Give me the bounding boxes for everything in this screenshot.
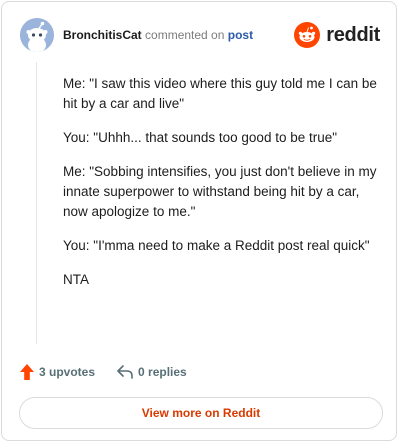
author-link[interactable]: BronchitisCat [63,28,142,42]
reddit-wordmark: reddit [326,23,380,46]
byline-action-text: commented on [145,28,225,42]
reddit-logo[interactable]: reddit [294,21,380,49]
thread-line [36,62,37,344]
comment-actions: 3 upvotes 0 replies [20,362,187,382]
snoo-avatar-icon[interactable] [20,18,54,52]
comment-byline: BronchitisCat commented on post [63,28,253,42]
comment-body: Me: "I saw this video where this guy tol… [63,74,381,304]
upvote-count: 3 upvotes [39,365,96,379]
reddit-logo-icon [294,22,321,48]
comment-paragraph: NTA [63,272,89,287]
upvote-button[interactable]: 3 upvotes [20,364,95,380]
comment-paragraph: Me: "I saw this video where this guy tol… [63,76,377,111]
comment-paragraph: You: "Uhhh... that sounds too good to be… [63,130,338,145]
upvote-arrow-icon [20,364,34,380]
reply-icon [117,365,133,379]
comment-header: BronchitisCat commented on post reddit [20,18,380,52]
view-more-button[interactable]: View more on Reddit [19,397,383,429]
reply-count: 0 replies [138,365,187,379]
post-link[interactable]: post [228,28,253,42]
comment-embed-card: BronchitisCat commented on post reddit M… [1,1,397,441]
comment-paragraph: You: "I'mma need to make a Reddit post r… [63,238,370,253]
comment-paragraph: Me: "Sobbing intensifies, you just don't… [63,164,377,219]
reply-button[interactable]: 0 replies [117,365,187,379]
